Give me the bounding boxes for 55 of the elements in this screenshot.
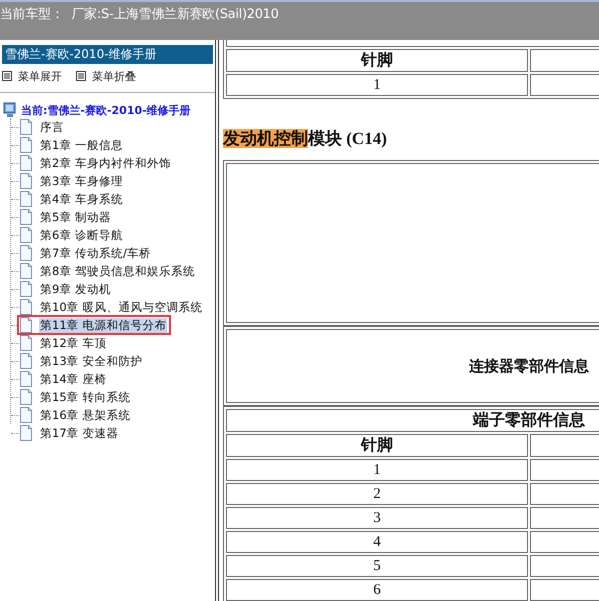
car-model-value: 厂家:S-上海雪佛兰新赛欧(Sail)2010 <box>72 6 279 23</box>
tree-item[interactable]: 第17章 变速器 <box>17 423 124 443</box>
document-icon <box>19 191 33 207</box>
tree-item[interactable]: 第15章 转向系统 <box>17 387 136 407</box>
document-icon <box>19 371 33 387</box>
document-icon <box>19 119 33 135</box>
table-cell: 5 <box>226 555 528 577</box>
table-cell: 3 <box>226 507 528 529</box>
document-icon <box>19 353 33 369</box>
tree-item[interactable]: 第4章 车身系统 <box>17 189 128 209</box>
tree-item[interactable]: 第1章 一般信息 <box>17 135 128 155</box>
table-cell: 1 <box>226 459 528 481</box>
tree-item[interactable]: 第12章 车顶 <box>17 333 112 353</box>
section-heading: 发动机控制模块 (C14) <box>223 128 388 150</box>
table-cell: 6 <box>226 579 528 601</box>
list-icon <box>76 71 86 81</box>
table-cell: 2 <box>226 483 528 505</box>
tree-item[interactable]: 第6章 诊断导航 <box>17 225 128 245</box>
car-model-label: 当前车型： <box>0 6 64 23</box>
tree-item[interactable]: 序言 <box>17 117 69 137</box>
document-icon <box>19 407 33 423</box>
document-icon <box>19 263 33 279</box>
tree-item[interactable]: 第3章 车身修理 <box>17 171 128 191</box>
menu-toggle-link[interactable]: 菜单折叠 <box>76 68 136 84</box>
tree-item[interactable]: 第5章 制动器 <box>17 207 116 227</box>
tree-item[interactable]: 第7章 传动系统/车桥 <box>17 243 156 263</box>
tree-item[interactable]: 第13章 安全和防护 <box>17 351 148 371</box>
column-header: 针脚 <box>226 434 528 457</box>
table-cell: 1 <box>226 74 528 96</box>
document-icon <box>19 335 33 351</box>
document-icon <box>19 317 33 333</box>
table-cell: 4 <box>226 531 528 553</box>
manual-title: 雪佛兰-赛欧-2010-维修手册 <box>2 45 213 64</box>
tree-item[interactable]: 第2章 车身内衬件和外饰 <box>17 153 176 173</box>
document-icon <box>19 281 33 297</box>
tree-root-label[interactable]: 当前:雪佛兰-赛欧-2010-维修手册 <box>21 102 191 118</box>
document-icon <box>19 155 33 171</box>
menu-toggle-link[interactable]: 菜单展开 <box>2 68 62 84</box>
tree-item[interactable]: 第9章 发动机 <box>17 279 116 299</box>
terminal-info-heading: 端子零部件信息 <box>226 409 599 432</box>
connector-info-heading: 连接器零部件信息 <box>226 329 599 403</box>
selected-tree-item[interactable]: 第11章 电源和信号分布 <box>17 315 172 335</box>
document-icon <box>19 209 33 225</box>
document-icon <box>19 137 33 153</box>
tree-item[interactable]: 第14章 座椅 <box>17 369 112 389</box>
document-icon <box>19 227 33 243</box>
tree-item[interactable]: 第8章 驾驶员信息和娱乐系统 <box>17 261 200 281</box>
tree-item[interactable]: 第16章 悬架系统 <box>17 405 136 425</box>
computer-icon <box>3 102 17 118</box>
tree-item[interactable]: 第10章 暖风、通风与空调系统 <box>17 297 208 317</box>
document-icon <box>19 245 33 261</box>
document-icon <box>19 173 33 189</box>
document-icon <box>19 299 33 315</box>
document-icon <box>19 389 33 405</box>
column-header: 针脚 <box>226 49 528 72</box>
